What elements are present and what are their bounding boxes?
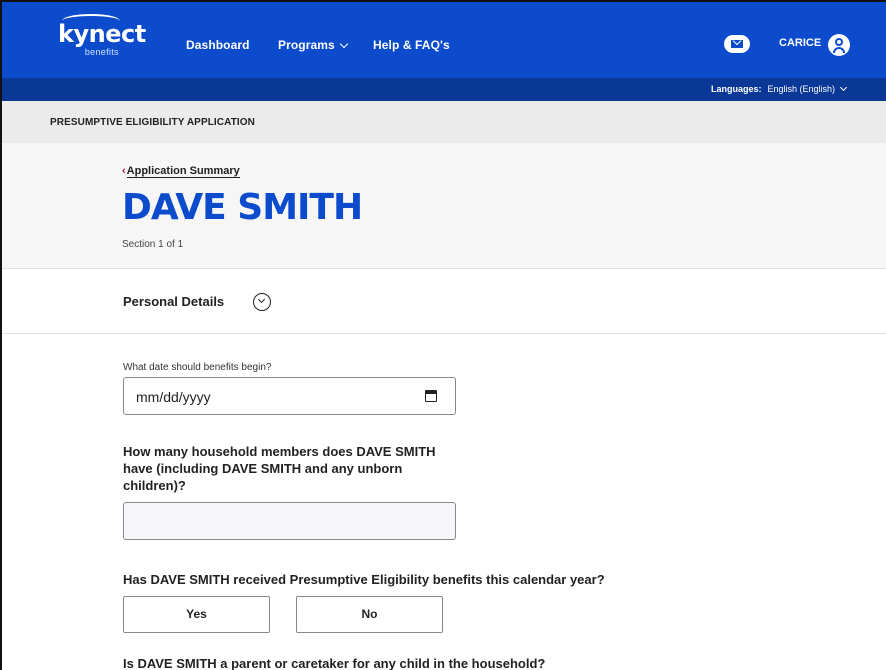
chevron-down-icon bbox=[339, 39, 349, 49]
household-members-label: How many household members does DAVE SMI… bbox=[123, 444, 436, 493]
date-placeholder: mm/dd/yyyy bbox=[136, 389, 211, 405]
personal-details-title: Personal Details bbox=[123, 294, 225, 309]
benefits-start-date-input[interactable]: mm/dd/yyyy bbox=[123, 377, 456, 415]
logo-arc bbox=[62, 14, 120, 28]
received-pe-yes-button[interactable]: Yes bbox=[123, 596, 270, 633]
application-title-bar: PRESUMPTIVE ELIGIBILITY APPLICATION bbox=[2, 101, 886, 143]
back-arrow-icon: ‹ bbox=[122, 165, 126, 177]
avatar-head bbox=[835, 38, 843, 46]
user-name[interactable]: CARICE bbox=[779, 37, 821, 49]
received-pe-benefits-label: Has DAVE SMITH received Presumptive Elig… bbox=[123, 572, 605, 587]
section-indicator: Section 1 of 1 bbox=[122, 239, 184, 250]
chevron-circle-down-icon[interactable] bbox=[253, 293, 271, 311]
envelope-shape bbox=[731, 40, 743, 48]
language-selector[interactable]: Languages: English (English) bbox=[710, 83, 848, 94]
application-title: PRESUMPTIVE ELIGIBILITY APPLICATION bbox=[50, 117, 255, 128]
received-pe-no-button[interactable]: No bbox=[296, 596, 443, 633]
nav-programs[interactable]: Programs bbox=[278, 38, 349, 52]
page-header: ‹Application Summary DAVE SMITH Section … bbox=[2, 143, 886, 269]
user-avatar-icon[interactable] bbox=[828, 34, 850, 56]
language-value: English (English) bbox=[767, 84, 835, 94]
nav-programs-label: Programs bbox=[278, 38, 335, 52]
nav-help-faq[interactable]: Help & FAQ's bbox=[373, 38, 450, 52]
chevron-down-icon bbox=[839, 83, 848, 92]
personal-details-accordion[interactable]: Personal Details bbox=[2, 269, 886, 334]
nav-dashboard[interactable]: Dashboard bbox=[186, 38, 250, 52]
benefits-start-date-label: What date should benefits begin? bbox=[123, 362, 272, 373]
household-members-input[interactable] bbox=[123, 502, 456, 540]
parent-caretaker-label: Is DAVE SMITH a parent or caretaker for … bbox=[123, 656, 546, 670]
language-bar: Languages: English (English) bbox=[2, 78, 886, 101]
calendar-icon[interactable] bbox=[425, 390, 437, 402]
chevron-mark bbox=[257, 295, 266, 304]
language-label: Languages: bbox=[710, 84, 762, 94]
page-title: DAVE SMITH bbox=[122, 187, 363, 228]
avatar-body bbox=[833, 47, 845, 53]
logo-subtext: benefits bbox=[84, 47, 119, 57]
kynect-logo[interactable]: kynect benefits bbox=[58, 14, 146, 57]
mail-icon[interactable] bbox=[724, 35, 750, 53]
back-link-label: Application Summary bbox=[126, 165, 240, 178]
app-frame: kynect benefits Dashboard Programs Help … bbox=[0, 0, 886, 670]
back-link-application-summary[interactable]: ‹Application Summary bbox=[122, 165, 240, 178]
top-navigation: kynect benefits Dashboard Programs Help … bbox=[2, 2, 886, 78]
